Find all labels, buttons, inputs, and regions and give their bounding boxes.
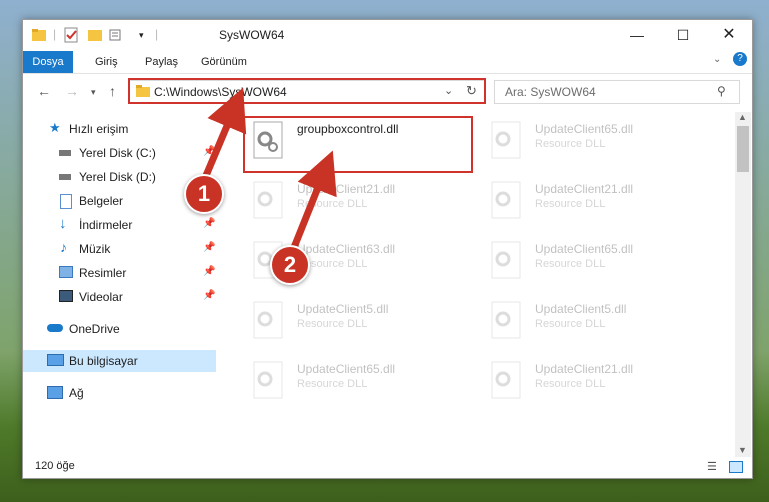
arrow-to-address: [201, 87, 247, 180]
callout-1: 1: [184, 174, 224, 214]
annotation-arrows: [201, 87, 337, 252]
callout-2: 2: [270, 245, 310, 285]
arrow-to-file: [289, 150, 337, 252]
